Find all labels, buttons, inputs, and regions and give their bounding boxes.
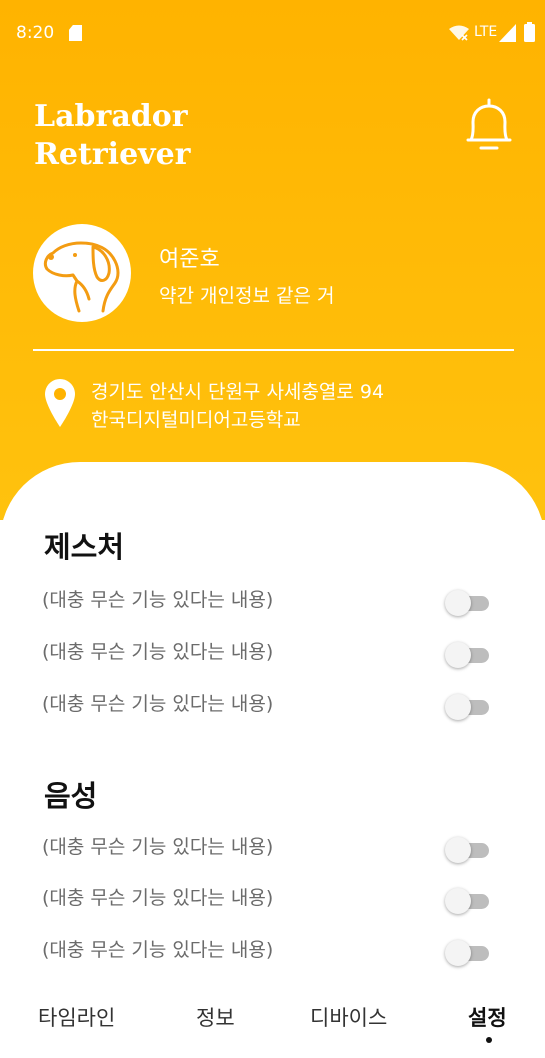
voice-option-1-label: (대충 무슨 기능 있다는 내용) <box>42 836 274 858</box>
owner-name: 여준호 <box>159 247 220 272</box>
sd-card-icon <box>69 25 82 41</box>
page-title: Labrador Retriever <box>34 99 191 172</box>
owner-description: 약간 개인정보 같은 거 <box>159 285 335 307</box>
header-divider <box>33 349 514 351</box>
address-line-1: 경기도 안산시 단원구 사세충열로 94 <box>91 381 385 403</box>
nav-tab-settings[interactable]: 설정 <box>468 1002 507 1032</box>
address-line-2: 한국디지털미디어고등학교 <box>91 409 301 431</box>
nav-tab-timeline[interactable]: 타임라인 <box>38 1002 115 1032</box>
voice-option-2-toggle[interactable] <box>445 888 490 914</box>
gesture-option-2-toggle[interactable] <box>445 642 490 668</box>
bottom-nav: 타임라인 정보 디바이스 설정 <box>0 990 545 1058</box>
gesture-option-1-toggle[interactable] <box>445 590 490 616</box>
status-time: 8:20 <box>16 23 55 43</box>
voice-option-1-toggle[interactable] <box>445 837 490 863</box>
bell-icon[interactable] <box>462 96 516 154</box>
location-pin-icon <box>45 379 75 427</box>
section-title-voice: 음성 <box>44 779 98 813</box>
voice-option-3-toggle[interactable] <box>445 940 490 966</box>
status-bar: 8:20 LTE <box>0 0 545 66</box>
nav-tab-devices[interactable]: 디바이스 <box>310 1002 387 1032</box>
gesture-option-2-label: (대충 무슨 기능 있다는 내용) <box>42 641 274 663</box>
gesture-option-1-label: (대충 무슨 기능 있다는 내용) <box>42 589 274 611</box>
wifi-icon <box>449 25 469 41</box>
voice-option-3-label: (대충 무슨 기능 있다는 내용) <box>42 939 274 961</box>
network-type: LTE <box>474 24 498 40</box>
voice-option-2-label: (대충 무슨 기능 있다는 내용) <box>42 887 274 909</box>
dog-avatar-icon <box>43 241 120 313</box>
profile-header: 8:20 LTE Labrador Retriever 여준호 약간 개인정보 … <box>0 0 545 520</box>
nav-tab-info[interactable]: 정보 <box>196 1002 235 1032</box>
active-tab-indicator <box>486 1037 492 1043</box>
signal-icon <box>499 24 516 42</box>
battery-icon <box>524 22 535 42</box>
gesture-option-3-toggle[interactable] <box>445 694 490 720</box>
gesture-option-3-label: (대충 무슨 기능 있다는 내용) <box>42 693 274 715</box>
section-title-gesture: 제스처 <box>44 530 125 564</box>
avatar[interactable] <box>33 224 131 322</box>
